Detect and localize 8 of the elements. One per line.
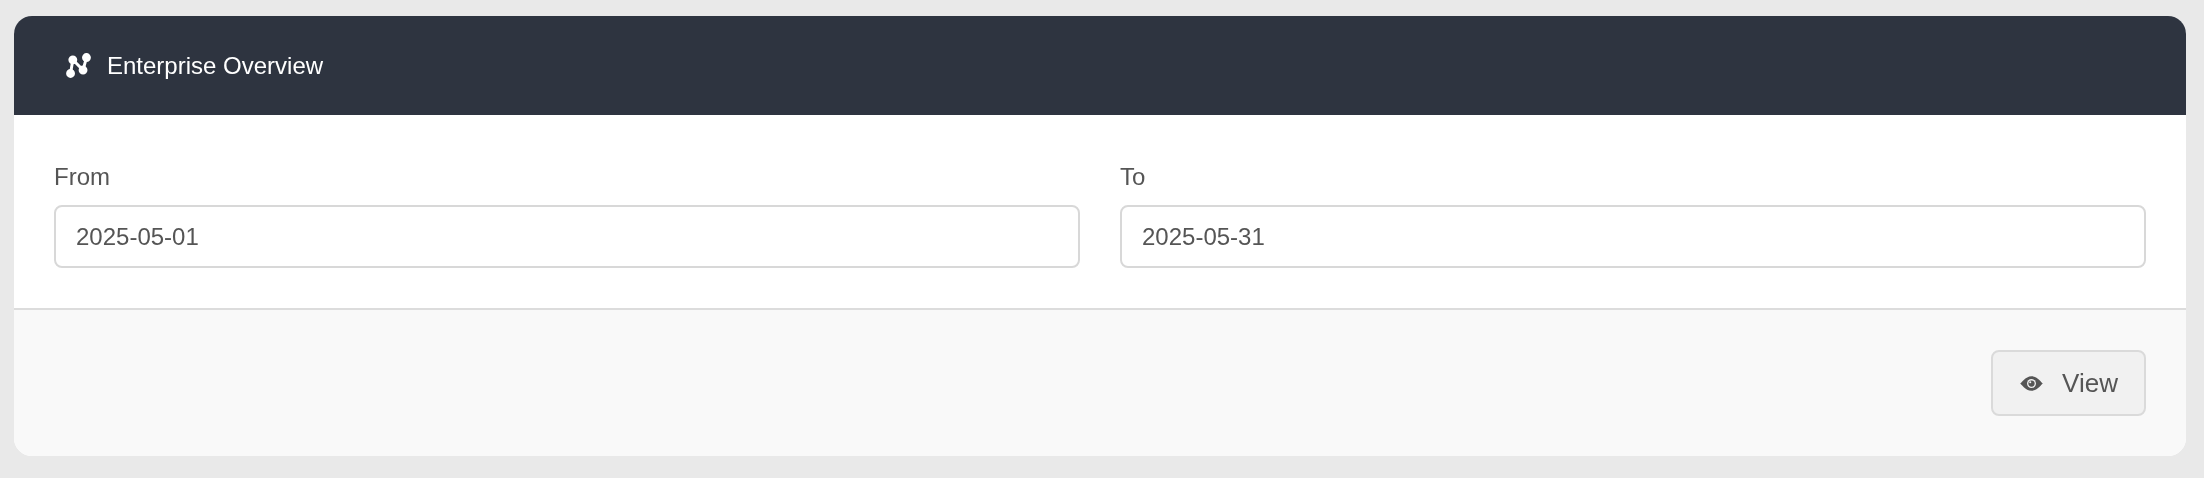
field-label: To — [1120, 163, 1146, 191]
view-button[interactable]: View — [1991, 350, 2146, 416]
field-label: From — [54, 163, 110, 191]
card-title: Enterprise Overview — [107, 51, 324, 80]
date-field[interactable]: 2025-05-31 — [1120, 205, 2146, 268]
eye-icon — [2019, 374, 2045, 392]
date-field[interactable]: 2025-05-01 — [54, 205, 1080, 268]
connected-nodes-icon — [66, 53, 91, 78]
